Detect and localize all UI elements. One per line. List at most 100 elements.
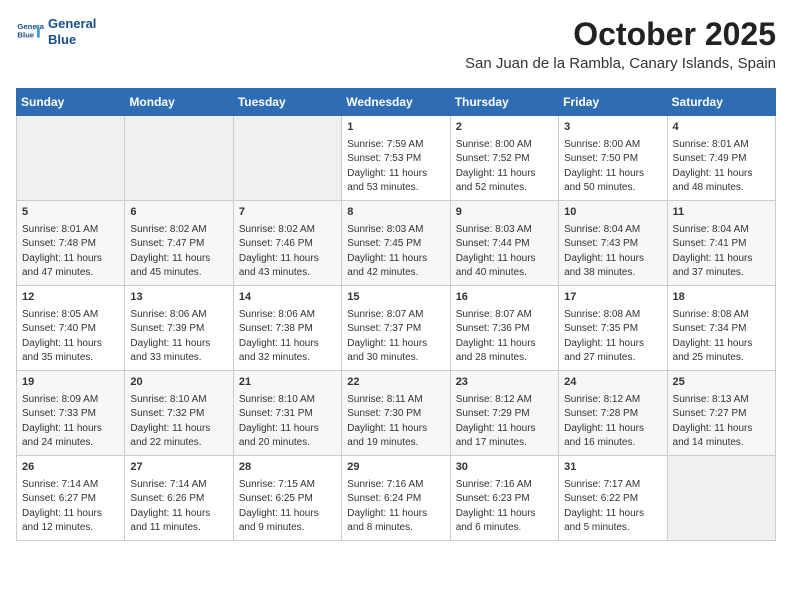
sunrise-text: Sunrise: 8:05 AM	[22, 308, 119, 323]
day-number: 16	[456, 290, 553, 306]
daylight-text: Daylight: 11 hours and 17 minutes.	[456, 422, 553, 451]
day-number: 11	[673, 205, 770, 221]
sunset-text: Sunset: 7:53 PM	[347, 152, 444, 167]
day-number: 20	[130, 375, 227, 391]
daylight-text: Daylight: 11 hours and 43 minutes.	[239, 252, 336, 281]
calendar-cell: 8Sunrise: 8:03 AMSunset: 7:45 PMDaylight…	[342, 200, 450, 285]
calendar-cell	[667, 455, 775, 540]
sunrise-text: Sunrise: 8:02 AM	[239, 223, 336, 238]
day-number: 23	[456, 375, 553, 391]
sunset-text: Sunset: 7:34 PM	[673, 322, 770, 337]
sunrise-text: Sunrise: 7:59 AM	[347, 138, 444, 153]
sunset-text: Sunset: 7:35 PM	[564, 322, 661, 337]
sunrise-text: Sunrise: 8:12 AM	[564, 393, 661, 408]
daylight-text: Daylight: 11 hours and 38 minutes.	[564, 252, 661, 281]
sunset-text: Sunset: 6:27 PM	[22, 492, 119, 507]
calendar-cell: 14Sunrise: 8:06 AMSunset: 7:38 PMDayligh…	[233, 285, 341, 370]
sunrise-text: Sunrise: 8:07 AM	[347, 308, 444, 323]
calendar-cell: 25Sunrise: 8:13 AMSunset: 7:27 PMDayligh…	[667, 370, 775, 455]
sunset-text: Sunset: 7:48 PM	[22, 237, 119, 252]
sunrise-text: Sunrise: 8:08 AM	[673, 308, 770, 323]
calendar-cell: 2Sunrise: 8:00 AMSunset: 7:52 PMDaylight…	[450, 116, 558, 201]
calendar-cell: 5Sunrise: 8:01 AMSunset: 7:48 PMDaylight…	[17, 200, 125, 285]
sunset-text: Sunset: 7:30 PM	[347, 407, 444, 422]
sunset-text: Sunset: 6:24 PM	[347, 492, 444, 507]
logo-line1: General	[48, 16, 96, 32]
calendar-cell: 29Sunrise: 7:16 AMSunset: 6:24 PMDayligh…	[342, 455, 450, 540]
day-number: 26	[22, 460, 119, 476]
daylight-text: Daylight: 11 hours and 20 minutes.	[239, 422, 336, 451]
day-header-thursday: Thursday	[450, 89, 558, 116]
daylight-text: Daylight: 11 hours and 9 minutes.	[239, 507, 336, 536]
calendar-cell: 11Sunrise: 8:04 AMSunset: 7:41 PMDayligh…	[667, 200, 775, 285]
sunrise-text: Sunrise: 8:08 AM	[564, 308, 661, 323]
calendar-cell: 20Sunrise: 8:10 AMSunset: 7:32 PMDayligh…	[125, 370, 233, 455]
sunrise-text: Sunrise: 8:10 AM	[239, 393, 336, 408]
calendar-cell: 6Sunrise: 8:02 AMSunset: 7:47 PMDaylight…	[125, 200, 233, 285]
day-number: 22	[347, 375, 444, 391]
daylight-text: Daylight: 11 hours and 33 minutes.	[130, 337, 227, 366]
day-number: 14	[239, 290, 336, 306]
day-number: 7	[239, 205, 336, 221]
day-number: 12	[22, 290, 119, 306]
calendar-cell: 17 Sunrise: 8:08 AMSunset: 7:35 PMDayligh…	[559, 285, 667, 370]
daylight-text: Daylight: 11 hours and 11 minutes.	[130, 507, 227, 536]
calendar-cell: 22Sunrise: 8:11 AMSunset: 7:30 PMDayligh…	[342, 370, 450, 455]
calendar-cell: 26Sunrise: 7:14 AMSunset: 6:27 PMDayligh…	[17, 455, 125, 540]
calendar-cell: 28Sunrise: 7:15 AMSunset: 6:25 PMDayligh…	[233, 455, 341, 540]
calendar-cell: 21Sunrise: 8:10 AMSunset: 7:31 PMDayligh…	[233, 370, 341, 455]
day-header-sunday: Sunday	[17, 89, 125, 116]
calendar-cell: 7 Sunrise: 8:02 AMSunset: 7:46 PMDaylight…	[233, 200, 341, 285]
calendar-cell: 3Sunrise: 8:00 AMSunset: 7:50 PMDaylight…	[559, 116, 667, 201]
general-blue-logo: General Blue	[16, 18, 44, 46]
calendar-cell: 27Sunrise: 7:14 AMSunset: 6:26 PMDayligh…	[125, 455, 233, 540]
calendar-cell: 4Sunrise: 8:01 AMSunset: 7:49 PMDaylight…	[667, 116, 775, 201]
daylight-text: Daylight: 11 hours and 27 minutes.	[564, 337, 661, 366]
sunrise-text: Sunrise: 8:13 AM	[673, 393, 770, 408]
calendar-table: SundayMondayTuesdayWednesdayThursdayFrid…	[16, 88, 776, 541]
sunset-text: Sunset: 7:37 PM	[347, 322, 444, 337]
calendar-cell: 9Sunrise: 8:03 AMSunset: 7:44 PMDaylight…	[450, 200, 558, 285]
daylight-text: Daylight: 11 hours and 25 minutes.	[673, 337, 770, 366]
day-number: 17	[564, 290, 661, 306]
daylight-text: Daylight: 11 hours and 24 minutes.	[22, 422, 119, 451]
sunset-text: Sunset: 7:47 PM	[130, 237, 227, 252]
day-number: 28	[239, 460, 336, 476]
sunrise-text: Sunrise: 8:01 AM	[22, 223, 119, 238]
day-number: 18	[673, 290, 770, 306]
sunrise-text: Sunrise: 7:14 AM	[130, 478, 227, 493]
daylight-text: Daylight: 11 hours and 50 minutes.	[564, 167, 661, 196]
daylight-text: Daylight: 11 hours and 35 minutes.	[22, 337, 119, 366]
day-header-tuesday: Tuesday	[233, 89, 341, 116]
calendar-cell	[233, 116, 341, 201]
sunset-text: Sunset: 6:26 PM	[130, 492, 227, 507]
sunrise-text: Sunrise: 7:16 AM	[456, 478, 553, 493]
sunrise-text: Sunrise: 8:04 AM	[564, 223, 661, 238]
daylight-text: Daylight: 11 hours and 48 minutes.	[673, 167, 770, 196]
sunset-text: Sunset: 6:22 PM	[564, 492, 661, 507]
daylight-text: Daylight: 11 hours and 47 minutes.	[22, 252, 119, 281]
sunset-text: Sunset: 7:41 PM	[673, 237, 770, 252]
daylight-text: Daylight: 11 hours and 12 minutes.	[22, 507, 119, 536]
sunset-text: Sunset: 7:46 PM	[239, 237, 336, 252]
day-number: 6	[130, 205, 227, 221]
sunset-text: Sunset: 7:44 PM	[456, 237, 553, 252]
sunset-text: Sunset: 7:32 PM	[130, 407, 227, 422]
sunset-text: Sunset: 7:39 PM	[130, 322, 227, 337]
sunset-text: Sunset: 7:50 PM	[564, 152, 661, 167]
sunset-text: Sunset: 7:45 PM	[347, 237, 444, 252]
calendar-cell: 31Sunrise: 7:17 AMSunset: 6:22 PMDayligh…	[559, 455, 667, 540]
daylight-text: Daylight: 11 hours and 40 minutes.	[456, 252, 553, 281]
day-number: 19	[22, 375, 119, 391]
day-number: 3	[564, 120, 661, 136]
sunrise-text: Sunrise: 8:01 AM	[673, 138, 770, 153]
sunrise-text: Sunrise: 8:09 AM	[22, 393, 119, 408]
day-header-saturday: Saturday	[667, 89, 775, 116]
calendar-cell: 18 Sunrise: 8:08 AMSunset: 7:34 PMDayligh…	[667, 285, 775, 370]
calendar-cell: 23Sunrise: 8:12 AMSunset: 7:29 PMDayligh…	[450, 370, 558, 455]
sunset-text: Sunset: 6:25 PM	[239, 492, 336, 507]
sunrise-text: Sunrise: 8:04 AM	[673, 223, 770, 238]
calendar-cell: 30Sunrise: 7:16 AMSunset: 6:23 PMDayligh…	[450, 455, 558, 540]
sunrise-text: Sunrise: 8:12 AM	[456, 393, 553, 408]
day-number: 10	[564, 205, 661, 221]
